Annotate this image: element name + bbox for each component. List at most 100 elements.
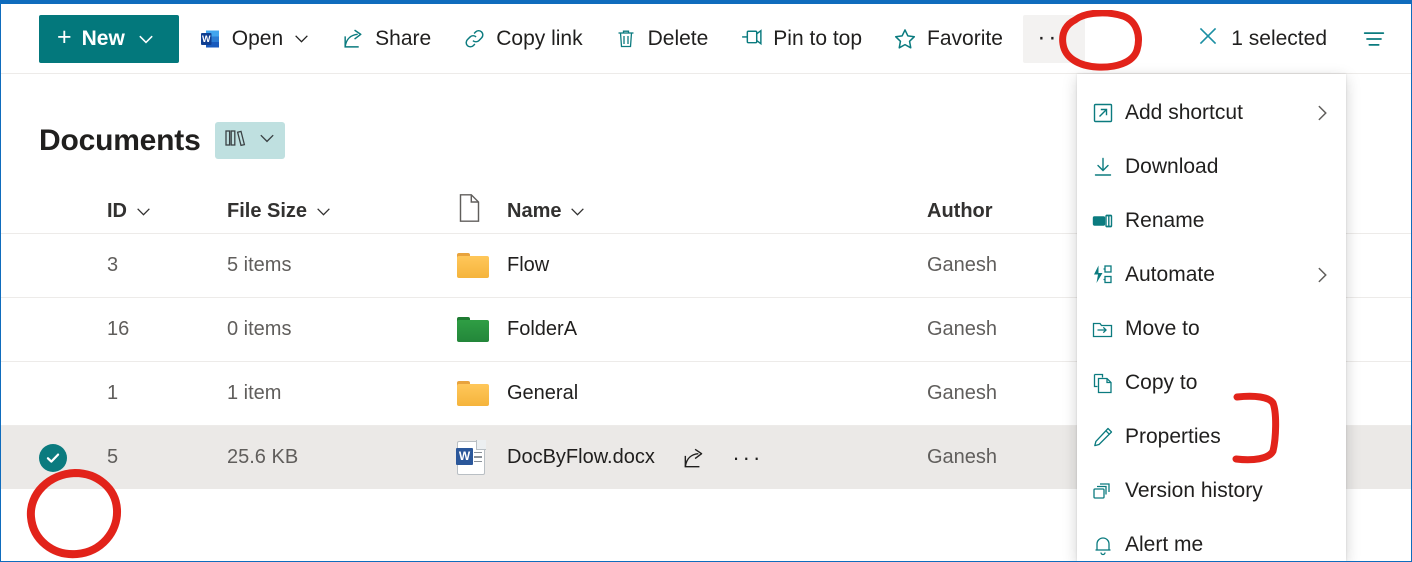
- row-share-icon[interactable]: [679, 443, 709, 473]
- row-checkbox[interactable]: [39, 362, 107, 425]
- link-icon: [461, 26, 487, 52]
- menu-item-automate[interactable]: Automate: [1077, 248, 1346, 302]
- menu-item-alert-me[interactable]: Alert me: [1077, 518, 1346, 561]
- new-button[interactable]: + New: [39, 14, 179, 63]
- open-button[interactable]: W Open: [185, 15, 322, 63]
- chevron-right-icon: [1312, 103, 1332, 123]
- menu-item-label: Alert me: [1125, 533, 1204, 556]
- column-header-file-size-label: File Size: [227, 199, 308, 222]
- chevron-down-icon: [135, 203, 152, 220]
- overflow-context-menu: Add shortcut Download Rename Automate Mo…: [1077, 74, 1346, 561]
- library-books-icon: [224, 127, 250, 154]
- chevron-down-icon: [293, 30, 310, 47]
- rename-icon: [1091, 209, 1125, 233]
- sharepoint-document-library-window: + New W Open Share Copy link Delete Pin …: [0, 0, 1412, 562]
- menu-item-label: Add shortcut: [1125, 101, 1243, 124]
- folder-green-icon: [457, 298, 507, 361]
- menu-item-download[interactable]: Download: [1077, 140, 1346, 194]
- overflow-button[interactable]: ···: [1022, 14, 1085, 63]
- menu-item-label: Automate: [1125, 263, 1215, 286]
- delete-button-label: Delete: [647, 26, 709, 50]
- word-document-icon: W: [456, 426, 507, 489]
- row-file-size: 5 items: [227, 254, 292, 276]
- star-icon: [892, 26, 918, 52]
- share-icon: [340, 26, 366, 52]
- menu-item-add-shortcut[interactable]: Add shortcut: [1077, 86, 1346, 140]
- menu-item-rename[interactable]: Rename: [1077, 194, 1346, 248]
- row-name-cell: DocByFlow.docx ···: [507, 426, 927, 489]
- row-checkbox[interactable]: [39, 234, 107, 297]
- menu-item-label: Copy to: [1125, 371, 1198, 394]
- chevron-down-icon: [569, 203, 586, 220]
- row-file-size: 1 item: [227, 382, 282, 404]
- chevron-down-icon: [315, 203, 332, 220]
- plus-icon: +: [57, 23, 72, 51]
- menu-item-copy-to[interactable]: Copy to: [1077, 356, 1346, 410]
- copy-link-button-label: Copy link: [496, 26, 583, 50]
- svg-text:W: W: [202, 34, 211, 44]
- pin-to-top-button[interactable]: Pin to top: [726, 15, 874, 63]
- filter-button[interactable]: [1351, 16, 1397, 62]
- close-icon: [1195, 23, 1221, 55]
- column-header-id-label: ID: [107, 199, 127, 222]
- menu-item-label: Properties: [1125, 425, 1221, 448]
- word-app-icon: W: [197, 26, 223, 52]
- pin-to-top-button-label: Pin to top: [773, 26, 863, 50]
- menu-item-label: Version history: [1125, 479, 1263, 502]
- copy-link-button[interactable]: Copy link: [449, 15, 594, 63]
- version-history-icon: [1091, 479, 1125, 503]
- favorite-button-label: Favorite: [927, 26, 1003, 50]
- trash-icon: [613, 26, 639, 52]
- folder-yellow-icon: [457, 234, 507, 297]
- column-header-name-label: Name: [507, 199, 562, 222]
- row-name[interactable]: FolderA: [507, 298, 927, 361]
- row-name[interactable]: General: [507, 362, 927, 425]
- menu-item-label: Download: [1125, 155, 1219, 178]
- row-name[interactable]: Flow: [507, 234, 927, 297]
- automate-flow-icon: [1091, 263, 1125, 287]
- menu-item-move-to[interactable]: Move to: [1077, 302, 1346, 356]
- column-header-author-label: Author: [927, 199, 993, 222]
- file-type-icon: [457, 193, 482, 229]
- new-button-label: New: [81, 26, 125, 50]
- shortcut-arrow-icon: [1091, 101, 1125, 125]
- bell-alert-icon: [1091, 533, 1125, 557]
- delete-button[interactable]: Delete: [601, 15, 721, 63]
- row-action-group: ···: [679, 443, 763, 473]
- selection-status[interactable]: 1 selected: [1183, 15, 1339, 63]
- row-name[interactable]: DocByFlow.docx: [507, 446, 655, 469]
- share-button-label: Share: [375, 26, 432, 50]
- checkmark-icon: [39, 443, 67, 472]
- column-header-id[interactable]: ID: [107, 189, 227, 233]
- menu-item-label: Move to: [1125, 317, 1200, 340]
- row-file-size: 25.6 KB: [227, 446, 299, 468]
- row-id: 16: [107, 318, 130, 340]
- open-button-label: Open: [231, 26, 284, 50]
- page-title: Documents: [39, 123, 201, 157]
- chevron-right-icon: [1312, 265, 1332, 285]
- chevron-down-icon: [258, 129, 276, 152]
- row-more-icon[interactable]: ···: [732, 443, 763, 473]
- menu-item-label: Rename: [1125, 209, 1205, 232]
- menu-item-version-history[interactable]: Version history: [1077, 464, 1346, 518]
- column-header-file-type[interactable]: [457, 189, 507, 233]
- favorite-button[interactable]: Favorite: [880, 15, 1015, 63]
- column-header-file-size[interactable]: File Size: [227, 189, 457, 233]
- chevron-down-icon: [137, 30, 155, 48]
- row-check-selected[interactable]: [39, 426, 107, 489]
- row-id: 3: [107, 254, 119, 276]
- view-switcher-button[interactable]: [214, 122, 285, 159]
- pencil-edit-icon: [1091, 425, 1125, 449]
- share-button[interactable]: Share: [328, 15, 443, 63]
- row-id: 1: [107, 382, 119, 404]
- row-checkbox[interactable]: [39, 298, 107, 361]
- row-id: 5: [107, 446, 119, 468]
- copy-to-icon: [1091, 371, 1125, 395]
- menu-item-properties[interactable]: Properties: [1077, 410, 1346, 464]
- selection-status-label: 1 selected: [1231, 26, 1327, 50]
- row-file-size: 0 items: [227, 318, 292, 340]
- folder-yellow-icon: [457, 362, 507, 425]
- column-header-name[interactable]: Name: [507, 189, 927, 233]
- pin-icon: [738, 26, 764, 52]
- download-icon: [1091, 155, 1125, 179]
